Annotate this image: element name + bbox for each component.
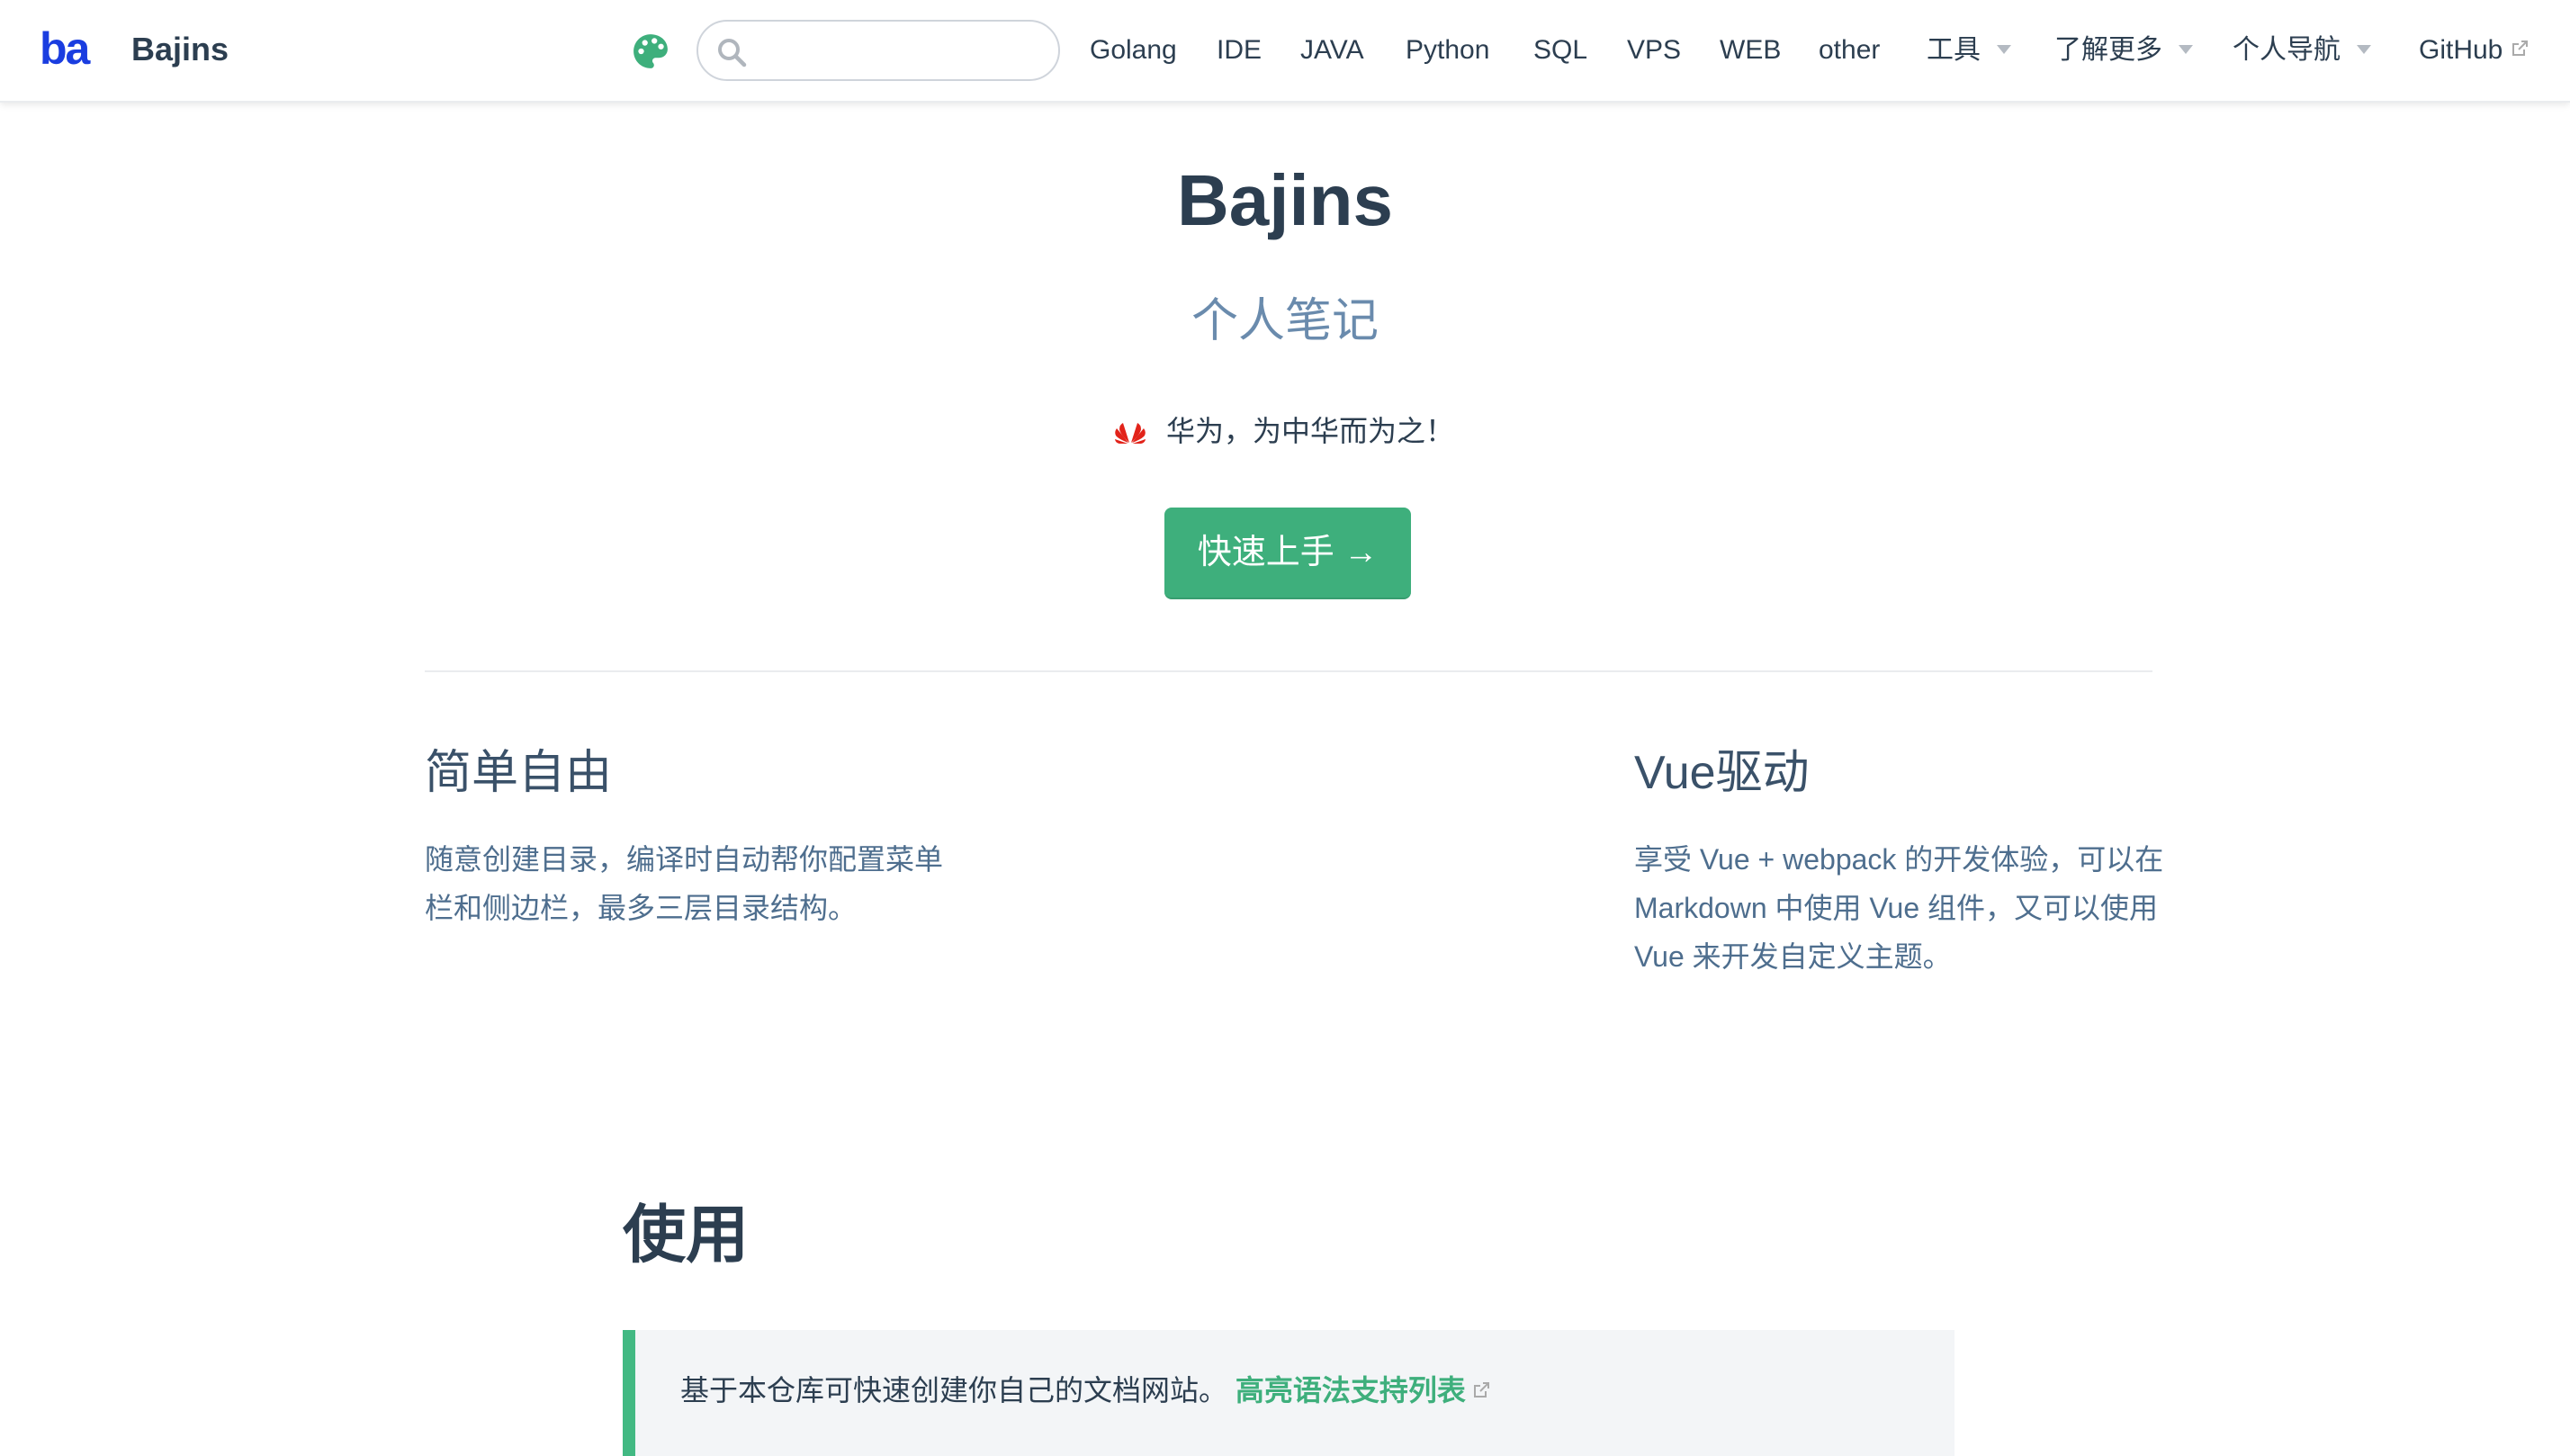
nav-item-ide[interactable]: IDE bbox=[1217, 31, 1262, 70]
tip-text: 基于本仓库可快速创建你自己的文档网站。 bbox=[680, 1374, 1228, 1407]
feature-vue-driven: Vue驱动 享受 Vue + webpack 的开发体验，可以在 Markdow… bbox=[1634, 734, 2174, 981]
caret-down-icon bbox=[2179, 45, 2193, 55]
nav-item-python[interactable]: Python bbox=[1406, 31, 1489, 70]
nav-item-label: Python bbox=[1406, 35, 1490, 65]
nav-item-label: SQL bbox=[1533, 35, 1588, 65]
nav-dropdown-personal-nav[interactable]: 个人导航 bbox=[2233, 31, 2371, 70]
feature-details: 随意创建目录，编译时自动帮你配置菜单栏和侧边栏，最多三层目录结构。 bbox=[425, 843, 944, 924]
section-title-usage: 使用 bbox=[623, 1200, 749, 1270]
nav-item-label: WEB bbox=[1720, 35, 1782, 65]
caret-down-icon bbox=[1997, 45, 2011, 55]
nav-links: Golang IDE JAVA Python SQL VPS WEB other… bbox=[0, 0, 2570, 101]
get-started-button[interactable]: 快速上手 → bbox=[1164, 508, 1411, 599]
nav-item-other[interactable]: other bbox=[1819, 31, 1880, 70]
feature-details: 享受 Vue + webpack 的开发体验，可以在 Markdown 中使用 … bbox=[1634, 843, 2164, 973]
huawei-logo-icon bbox=[1115, 423, 1146, 444]
feature-simple-free: 简单自由 随意创建目录，编译时自动帮你配置菜单栏和侧边栏，最多三层目录结构。 bbox=[425, 734, 965, 932]
syntax-list-link[interactable]: 高亮语法支持列表 bbox=[1236, 1374, 1491, 1407]
feature-title: 简单自由 bbox=[425, 747, 613, 799]
nav-item-label: 了解更多 bbox=[2054, 35, 2162, 65]
nav-item-github[interactable]: GitHub bbox=[2419, 31, 2530, 70]
nav-item-sql[interactable]: SQL bbox=[1533, 31, 1587, 70]
nav-item-label: 个人导航 bbox=[2233, 35, 2341, 65]
nav-item-label: IDE bbox=[1217, 35, 1263, 65]
hero-title: Bajins bbox=[1176, 160, 1394, 240]
nav-item-label: 工具 bbox=[1927, 35, 1981, 65]
nav-item-label: other bbox=[1819, 35, 1881, 65]
nav-dropdown-learn-more[interactable]: 了解更多 bbox=[2054, 31, 2193, 70]
feature-title: Vue驱动 bbox=[1634, 747, 1810, 799]
tip-block: 基于本仓库可快速创建你自己的文档网站。 高亮语法支持列表 bbox=[623, 1330, 1954, 1456]
external-link-icon bbox=[2512, 40, 2529, 57]
nav-item-label: GitHub bbox=[2419, 35, 2503, 65]
nav-item-label: Golang bbox=[1090, 35, 1177, 65]
nav-dropdown-tools[interactable]: 工具 bbox=[1927, 31, 2011, 70]
nav-item-web[interactable]: WEB bbox=[1720, 31, 1781, 70]
nav-item-label: JAVA bbox=[1300, 35, 1364, 65]
hero-divider bbox=[425, 670, 2152, 672]
tip-paragraph: 基于本仓库可快速创建你自己的文档网站。 高亮语法支持列表 bbox=[680, 1366, 1491, 1415]
external-link-icon bbox=[1473, 1381, 1489, 1398]
navbar: ba Bajins Golang IDE JAVA Python SQL VPS… bbox=[0, 0, 2570, 103]
hero-description: 个人笔记 bbox=[1191, 295, 1379, 347]
nav-item-golang[interactable]: Golang bbox=[1090, 31, 1177, 70]
nav-item-vps[interactable]: VPS bbox=[1627, 31, 1681, 70]
motto-text: 华为，为中华而为之！ bbox=[1166, 415, 1455, 447]
caret-down-icon bbox=[2357, 45, 2371, 55]
nav-item-java[interactable]: JAVA bbox=[1300, 31, 1364, 70]
nav-item-label: VPS bbox=[1627, 35, 1682, 65]
syntax-list-link-label: 高亮语法支持列表 bbox=[1235, 1374, 1466, 1407]
